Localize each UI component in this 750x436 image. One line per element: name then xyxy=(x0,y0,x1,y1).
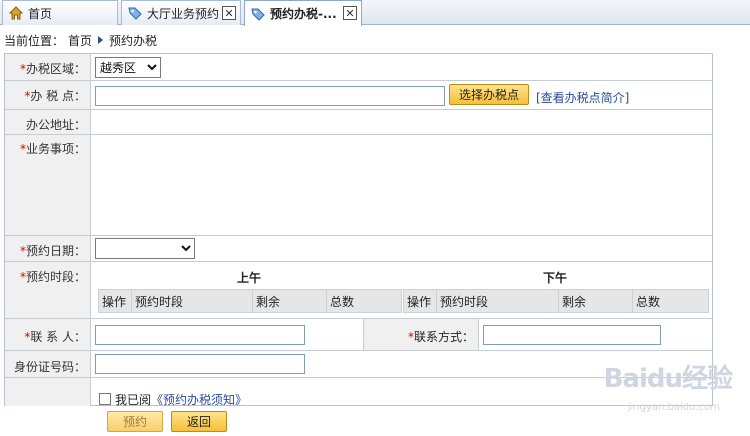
watermark-url: jingyan.baidu.com xyxy=(627,402,720,413)
col-remaining: 剩余 xyxy=(253,290,327,312)
col-timeslot: 预约时段 xyxy=(437,290,559,312)
district-label: 办税区域： xyxy=(25,62,86,76)
col-action: 操作 xyxy=(99,290,132,312)
col-total: 总数 xyxy=(633,290,708,312)
row-business: *业务事项： xyxy=(5,135,712,236)
tab-bar: 首页 大厅业务预约 ✕ 预约办税-... ✕ xyxy=(0,0,750,26)
id-label: 身份证号码： xyxy=(13,360,86,374)
tag-icon xyxy=(250,6,266,22)
row-address: 办公地址： xyxy=(5,110,712,135)
district-select[interactable]: 越秀区 xyxy=(95,57,161,78)
office-label: 办 税 点： xyxy=(30,89,86,103)
office-input[interactable] xyxy=(95,86,445,106)
breadcrumb-prefix: 当前位置： xyxy=(4,33,65,48)
tab-hall-booking-label: 大厅业务预约 xyxy=(147,6,220,21)
tag-icon xyxy=(127,5,143,21)
breadcrumb-home[interactable]: 首页 xyxy=(68,32,92,49)
breadcrumb-arrow-icon xyxy=(98,36,104,44)
tab-tax-booking-label: 预约办税-... xyxy=(270,7,337,21)
col-remaining: 剩余 xyxy=(559,290,633,312)
tab-home[interactable]: 首页 xyxy=(2,0,118,25)
contact-method-input[interactable] xyxy=(483,325,661,345)
agree-checkbox[interactable] xyxy=(99,393,111,405)
breadcrumb-current: 预约办税 xyxy=(109,33,158,48)
home-icon xyxy=(8,5,24,21)
row-office: *办 税 点： 选择办税点 [查看办税点简介] xyxy=(5,81,712,110)
contact-input[interactable] xyxy=(95,325,305,345)
breadcrumb: 当前位置： 首页 预约办税 xyxy=(4,32,157,48)
notice-link[interactable]: 《预约办税须知》 xyxy=(151,391,247,408)
col-total: 总数 xyxy=(327,290,401,312)
business-label: 业务事项： xyxy=(25,142,86,156)
back-button[interactable]: 返回 xyxy=(171,411,227,432)
contact-label: 联 系 人： xyxy=(30,330,86,344)
close-icon[interactable]: ✕ xyxy=(222,6,236,20)
morning-title: 上午 xyxy=(237,271,262,285)
col-timeslot: 预约时段 xyxy=(132,290,253,312)
address-label: 办公地址： xyxy=(25,118,86,132)
row-timeslot: *预约时段： 上午 下午 操作 预约时段 剩余 总数 操作 预约时段 剩余 总数 xyxy=(5,262,712,319)
row-district: *办税区域： 越秀区 xyxy=(5,54,712,81)
afternoon-title: 下午 xyxy=(543,271,568,285)
tab-tax-booking[interactable]: 预约办税-... ✕ xyxy=(244,0,362,26)
row-contact: *联 系 人： *联系方式： xyxy=(5,319,712,351)
afternoon-slot-table: 操作 预约时段 剩余 总数 xyxy=(403,289,709,313)
office-info-link[interactable]: [查看办税点简介] xyxy=(536,91,629,105)
booking-form: *办税区域： 越秀区 *办 税 点： 选择办税点 [查看办税点简介] 办公地址：… xyxy=(4,53,713,408)
date-select[interactable] xyxy=(95,238,195,259)
id-input[interactable] xyxy=(95,354,305,374)
contact-method-label: 联系方式： xyxy=(413,330,474,344)
date-label: 预约日期： xyxy=(25,244,86,258)
submit-button[interactable]: 预约 xyxy=(107,411,163,432)
tab-home-label: 首页 xyxy=(28,6,53,21)
agree-prefix: 我已阅 xyxy=(115,392,152,407)
row-date: *预约日期： xyxy=(5,236,712,262)
morning-slot-table: 操作 预约时段 剩余 总数 xyxy=(98,289,402,313)
timeslot-label: 预约时段： xyxy=(25,270,86,284)
watermark-logo: Baidu经验 xyxy=(603,364,733,394)
select-office-button[interactable]: 选择办税点 xyxy=(449,84,529,105)
close-icon[interactable]: ✕ xyxy=(343,6,357,20)
tab-hall-booking[interactable]: 大厅业务预约 ✕ xyxy=(121,0,241,25)
col-action: 操作 xyxy=(404,290,437,312)
